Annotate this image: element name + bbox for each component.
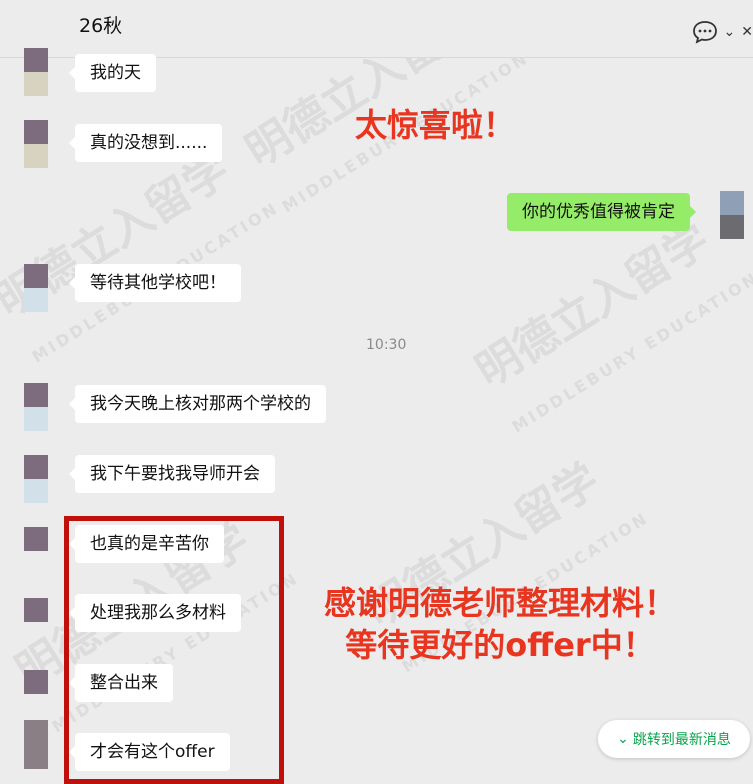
double-chevron-down-icon: ⌄ [617,731,629,747]
jump-to-latest-button[interactable]: ⌄ 跳转到最新消息 [598,720,750,758]
timestamp: 10:30 [366,337,407,353]
close-icon[interactable]: ✕ [741,24,753,40]
overlay-line-2: 等待更好的offer中！ [345,626,655,664]
avatar[interactable] [24,527,48,551]
overlay-caption-bottom: 感谢明德老师整理材料！ 等待更好的offer中！ [300,582,700,666]
chat-title: 26秋 [79,15,123,37]
avatar[interactable] [24,670,48,694]
avatar-self[interactable] [720,191,744,239]
message-bubble[interactable]: 真的没想到...... [68,124,223,162]
message-bubble[interactable]: 等待其他学校吧！ [69,264,241,302]
overlay-line-1: 感谢明德老师整理材料！ [323,584,676,622]
message-bubble[interactable]: 我今天晚上核对那两个学校的 [69,385,326,423]
overlay-caption-top: 太惊喜啦！ [355,106,516,144]
avatar[interactable] [24,120,48,168]
message-bubble[interactable]: 我下午要找我导师开会 [69,455,275,493]
watermark-subtext: MIDDLEBURY EDUCATION [508,268,753,437]
header-actions: ⌄ ✕ [692,20,753,44]
avatar[interactable] [24,264,48,312]
watermark-text: 明德立入留学 [467,214,719,398]
message-bubble[interactable]: 我的天 [69,54,156,92]
chat-header: 26秋 ⌄ ✕ [0,0,753,58]
highlight-box [64,516,284,784]
chevron-down-icon[interactable]: ⌄ [724,24,736,40]
chat-bubble-icon[interactable] [692,20,718,44]
jump-to-latest-label: 跳转到最新消息 [632,732,731,748]
avatar[interactable] [24,598,48,622]
avatar[interactable] [24,455,48,503]
avatar[interactable] [24,383,48,431]
message-bubble-mine[interactable]: 你的优秀值得被肯定 [507,193,696,231]
avatar[interactable] [24,720,48,769]
avatar[interactable] [24,48,48,96]
